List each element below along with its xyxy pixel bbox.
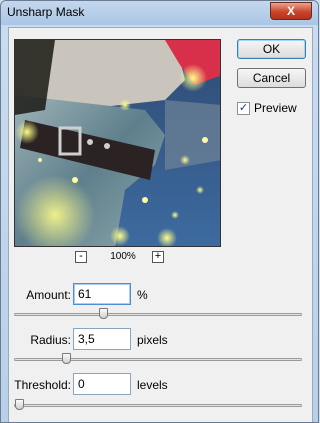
threshold-slider[interactable]	[14, 399, 302, 410]
threshold-label: Threshold:	[14, 378, 71, 392]
preview-label: Preview	[254, 101, 297, 115]
amount-slider-thumb[interactable]	[99, 308, 108, 319]
zoom-in-button[interactable]: +	[152, 251, 164, 263]
preview-image[interactable]	[14, 39, 221, 247]
amount-slider[interactable]	[14, 308, 302, 319]
ok-button[interactable]: OK	[237, 39, 306, 59]
amount-field[interactable]: 61	[73, 283, 131, 305]
threshold-slider-thumb[interactable]	[15, 399, 24, 410]
radius-field[interactable]: 3,5	[73, 328, 131, 350]
zoom-level: 100%	[110, 251, 136, 262]
threshold-field[interactable]: 0	[73, 373, 131, 395]
amount-unit: %	[137, 288, 148, 302]
photo-jeans-belt-preview-icon	[15, 40, 220, 246]
threshold-unit: levels	[137, 378, 168, 392]
title-bar[interactable]: Unsharp Mask X	[1, 1, 318, 25]
radius-label: Radius:	[30, 333, 71, 347]
amount-label: Amount:	[26, 288, 71, 302]
unsharp-mask-dialog: Unsharp Mask X - 100% + OK Cancel ✓ Prev…	[0, 0, 319, 423]
zoom-out-button[interactable]: -	[75, 251, 87, 263]
radius-unit: pixels	[137, 333, 168, 347]
radius-slider[interactable]	[14, 353, 302, 364]
dialog-body: - 100% + OK Cancel ✓ Preview Amount: 61 …	[8, 27, 313, 422]
preview-checkbox[interactable]: ✓	[237, 102, 250, 115]
cancel-button[interactable]: Cancel	[237, 68, 306, 88]
dialog-title: Unsharp Mask	[7, 5, 85, 19]
zoom-controls: - 100% +	[75, 251, 165, 267]
close-button[interactable]: X	[270, 2, 312, 20]
radius-slider-thumb[interactable]	[62, 353, 71, 364]
